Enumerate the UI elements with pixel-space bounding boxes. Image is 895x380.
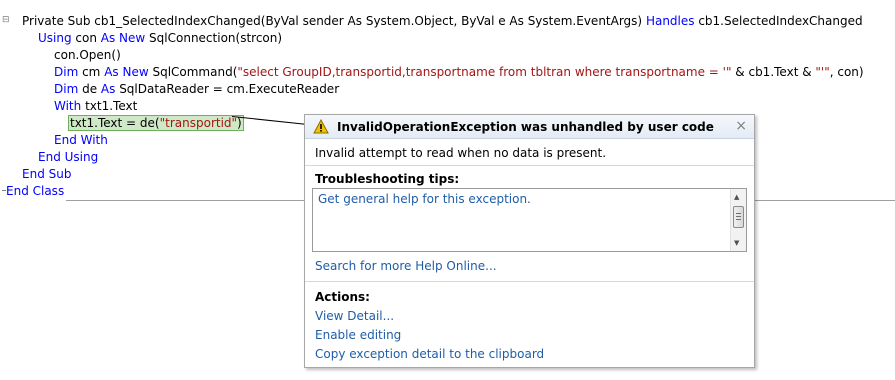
exception-message: Invalid attempt to read when no data is … bbox=[315, 146, 607, 160]
code-line-using[interactable]: Using con As New SqlConnection(strcon) bbox=[38, 30, 282, 47]
troubleshooting-tips-heading: Troubleshooting tips: bbox=[315, 172, 460, 186]
code-line-with[interactable]: With txt1.Text bbox=[54, 98, 137, 115]
close-icon[interactable]: × bbox=[735, 118, 747, 134]
code-text: , con) bbox=[829, 65, 864, 79]
code-keyword: As New bbox=[100, 31, 146, 45]
code-keyword: With bbox=[54, 99, 82, 113]
code-text: cb1.SelectedIndexChanged bbox=[694, 14, 863, 28]
code-text: de bbox=[78, 82, 101, 96]
code-keyword: Using bbox=[38, 31, 72, 45]
code-keyword: Dim bbox=[54, 65, 79, 79]
code-keyword: As bbox=[100, 82, 116, 96]
code-text: Private Sub cb1_SelectedIndexChanged(ByV… bbox=[22, 14, 646, 28]
exception-title: InvalidOperationException was unhandled … bbox=[337, 120, 714, 134]
code-line-highlighted-statement[interactable]: txt1.Text = de("transportid") bbox=[68, 115, 244, 132]
exception-assistant: InvalidOperationException was unhandled … bbox=[304, 114, 755, 368]
collapse-icon[interactable]: ⊟ bbox=[2, 16, 10, 25]
tip-link-general-help[interactable]: Get general help for this exception. bbox=[318, 192, 531, 206]
copy-exception-detail-link[interactable]: Copy exception detail to the clipboard bbox=[315, 347, 544, 361]
code-line-end-class[interactable]: End Class bbox=[6, 183, 64, 200]
code-text: con bbox=[71, 31, 101, 45]
code-keyword: Dim bbox=[54, 82, 79, 96]
actions-heading: Actions: bbox=[315, 290, 370, 304]
view-detail-link[interactable]: View Detail... bbox=[315, 309, 394, 323]
code-text: SqlCommand( bbox=[148, 65, 238, 79]
scrollbar-thumb[interactable] bbox=[733, 206, 744, 228]
warning-icon bbox=[313, 118, 329, 134]
code-keyword: As New bbox=[104, 65, 149, 79]
code-text: & cb1.Text & bbox=[731, 65, 816, 79]
code-string: "transportid" bbox=[159, 116, 238, 130]
current-statement-highlight[interactable]: txt1.Text = de("transportid") bbox=[68, 115, 244, 131]
scroll-up-arrow-icon[interactable]: ▲ bbox=[734, 193, 739, 201]
code-line-end-with[interactable]: End With bbox=[54, 132, 108, 149]
scroll-down-arrow-icon[interactable]: ▼ bbox=[734, 239, 739, 247]
scrollbar-grip-icon bbox=[736, 213, 741, 220]
code-string: "'" bbox=[815, 65, 830, 79]
code-line-command[interactable]: Dim cm As New SqlCommand("select GroupID… bbox=[54, 64, 864, 81]
code-text: SqlDataReader = cm.ExecuteReader bbox=[115, 82, 340, 96]
tips-scrollbar[interactable]: ▲ ▼ bbox=[730, 189, 746, 251]
code-line-open[interactable]: con.Open() bbox=[54, 47, 121, 64]
code-text: cm bbox=[78, 65, 105, 79]
code-line-sub-declaration[interactable]: Private Sub cb1_SelectedIndexChanged(ByV… bbox=[22, 13, 863, 30]
code-keyword: End Using bbox=[38, 150, 99, 164]
exception-header: InvalidOperationException was unhandled … bbox=[305, 115, 754, 139]
code-text: SqlConnection(strcon) bbox=[145, 31, 283, 45]
code-string: "select GroupID,transportid,transportnam… bbox=[237, 65, 732, 79]
search-help-online-link[interactable]: Search for more Help Online... bbox=[315, 259, 497, 273]
code-text: ) bbox=[237, 116, 242, 130]
code-text: con.Open() bbox=[54, 48, 121, 62]
code-keyword: End Sub bbox=[22, 167, 72, 181]
code-line-end-sub[interactable]: End Sub bbox=[22, 166, 71, 183]
code-line-reader[interactable]: Dim de As SqlDataReader = cm.ExecuteRead… bbox=[54, 81, 339, 98]
code-keyword: End With bbox=[54, 133, 108, 147]
enable-editing-link[interactable]: Enable editing bbox=[315, 328, 401, 342]
divider bbox=[305, 165, 754, 166]
code-line-end-using[interactable]: End Using bbox=[38, 149, 98, 166]
code-keyword: Handles bbox=[645, 14, 695, 28]
code-text: txt1.Text bbox=[81, 99, 138, 113]
code-keyword: End Class bbox=[6, 184, 65, 198]
troubleshooting-tips-list[interactable]: Get general help for this exception. ▲ ▼ bbox=[312, 188, 747, 252]
divider bbox=[305, 281, 754, 282]
code-text: txt1.Text = de( bbox=[70, 116, 160, 130]
